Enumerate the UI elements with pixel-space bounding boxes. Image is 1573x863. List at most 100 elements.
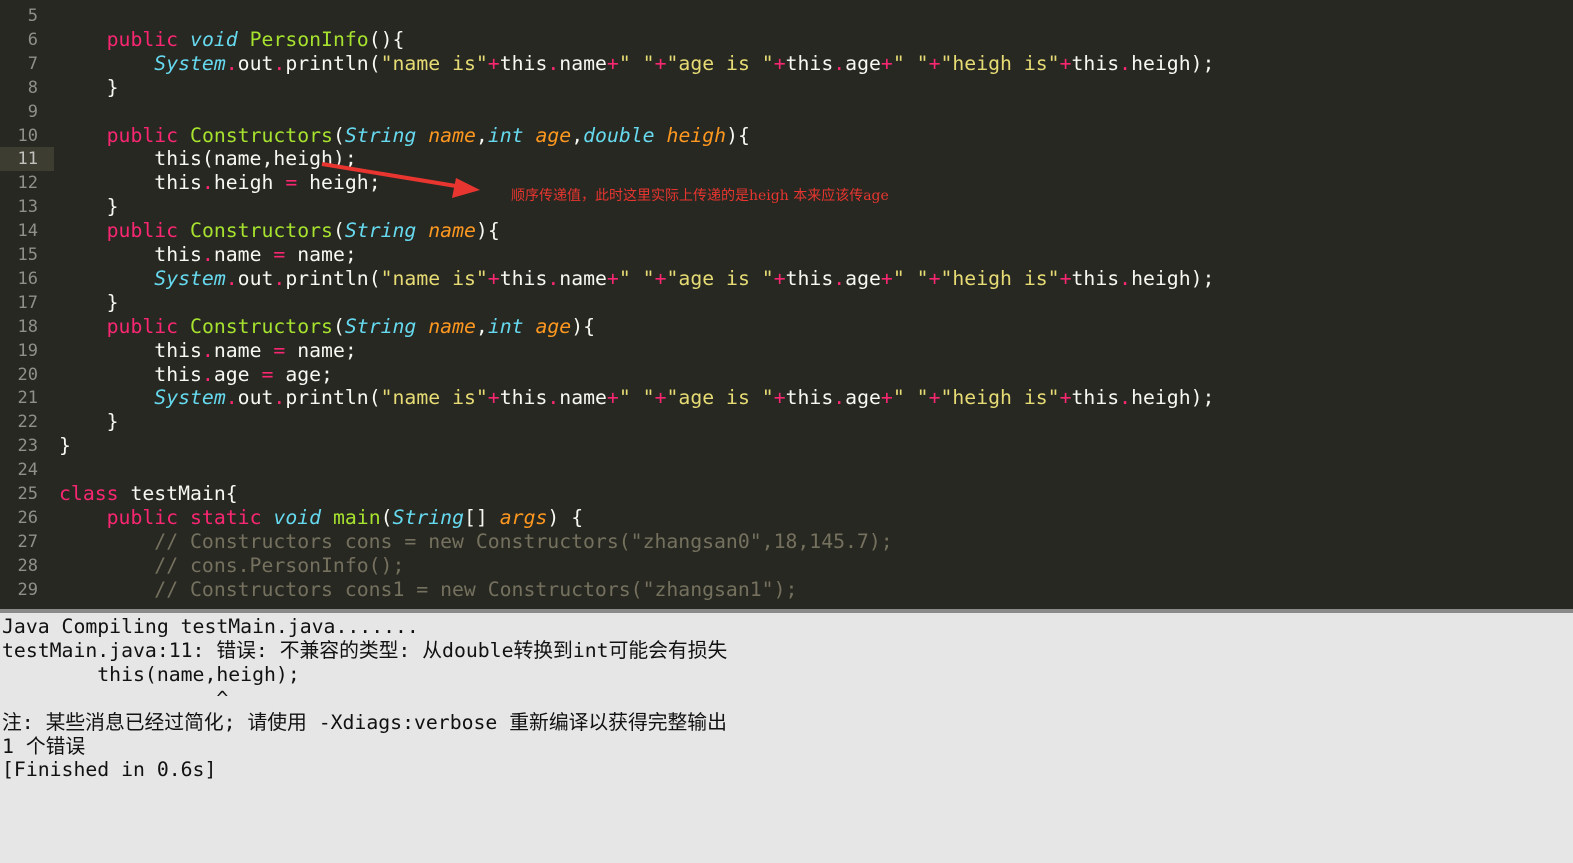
code-token: this	[154, 362, 202, 386]
code-token: +	[928, 386, 941, 410]
line-number: 19	[17, 340, 38, 361]
line-number: 16	[17, 268, 38, 289]
annotation-note: 顺序传递值，此时这里实际上传递的是heigh 本来应该传age	[511, 188, 889, 204]
code-token: "age is "	[666, 51, 774, 75]
code-token: .	[1119, 266, 1132, 290]
code-token: public	[106, 505, 179, 529]
code-token: .	[547, 266, 560, 290]
output-line: 注: 某些消息已经过简化; 请使用 -Xdiags:verbose 重新编译以获…	[2, 710, 727, 734]
code-token: // Constructors cons1 = new Constructors…	[154, 577, 798, 601]
code-token: this	[785, 51, 834, 75]
code-token: ) {	[547, 505, 584, 529]
code-token: []	[464, 505, 500, 529]
code-token: (	[332, 219, 345, 243]
code-token: println(	[285, 386, 381, 410]
code-line[interactable]: }	[59, 291, 119, 315]
code-token: public	[106, 314, 179, 338]
code-line[interactable]: this.name = name;	[59, 243, 357, 267]
code-token: +	[773, 386, 786, 410]
output-line: testMain.java:11: 错误: 不兼容的类型: 从double转换到…	[2, 638, 728, 662]
line-number: 25	[17, 484, 38, 504]
code-token: +	[880, 51, 893, 75]
line-number: 21	[17, 388, 38, 409]
code-token: heigh	[666, 123, 727, 147]
code-line[interactable]: // cons.PersonInfo();	[59, 554, 404, 578]
code-token: .	[273, 266, 286, 290]
output-line: this(name,heigh);	[2, 662, 300, 686]
code-token: (	[332, 314, 345, 338]
code-line[interactable]: public static void main(String[] args) {	[59, 506, 583, 530]
code-token: "age is "	[666, 266, 774, 290]
line-number: 27	[17, 531, 38, 552]
code-token: }	[106, 410, 119, 434]
code-token: "heigh is"	[940, 266, 1060, 290]
code-token: name	[428, 314, 476, 338]
code-token: args	[499, 505, 548, 529]
code-token: this	[499, 386, 548, 410]
code-token: }	[106, 290, 119, 314]
code-token: public	[106, 219, 179, 243]
code-token: System	[154, 386, 226, 410]
code-token: +	[928, 51, 941, 75]
code-token: .	[1119, 51, 1132, 75]
code-line[interactable]: this.age = age;	[59, 363, 333, 387]
code-line[interactable]: this.name = name;	[59, 339, 357, 363]
code-line[interactable]: }	[59, 410, 119, 434]
code-line[interactable]: // Constructors cons = new Constructors(…	[59, 529, 893, 554]
line-number: 22	[17, 412, 38, 433]
code-token: .	[833, 266, 846, 290]
code-token: name;	[285, 243, 357, 266]
code-token: " "	[618, 386, 655, 410]
code-token: String	[392, 505, 465, 529]
code-token: // Constructors cons = new Constructors(…	[154, 529, 893, 553]
code-token: +	[928, 266, 941, 290]
code-line[interactable]: class testMain{	[59, 482, 238, 506]
code-line[interactable]: System.out.println("name is"+this.name+"…	[59, 267, 1214, 291]
code-token: void	[273, 505, 322, 529]
code-token: name	[213, 338, 274, 362]
code-line[interactable]: public Constructors(String name){	[59, 219, 500, 243]
code-token: heigh);	[1131, 386, 1215, 410]
code-editor[interactable]: 5 6 7 8 9 10 11 12 13 14 15 16 17 18 19 20 21 22 23 24 25 26 2…	[0, 0, 1573, 609]
code-token: +	[773, 51, 786, 75]
code-token: age;	[273, 362, 333, 386]
code-token: class	[59, 482, 119, 505]
output-line: [Finished in 0.6s]	[2, 758, 217, 782]
code-token: age	[845, 386, 881, 410]
code-token: this	[154, 338, 202, 362]
code-token: "heigh is"	[940, 51, 1060, 75]
code-token: .	[833, 51, 846, 75]
code-token: " "	[892, 51, 929, 75]
code-token: this	[1071, 51, 1120, 75]
line-number: 18	[17, 316, 38, 337]
code-line[interactable]: }	[59, 434, 71, 458]
code-token: Constructors	[190, 219, 333, 243]
code-token: +	[606, 266, 619, 290]
code-token: name;	[285, 338, 357, 362]
code-token: +	[487, 386, 500, 410]
code-token: age	[845, 51, 881, 75]
code-token: ){	[475, 219, 500, 243]
code-token: out	[237, 386, 274, 410]
code-line[interactable]: public Constructors(String name,int age)…	[59, 315, 595, 339]
code-line[interactable]: System.out.println("name is"+this.name+"…	[59, 386, 1214, 410]
code-token: ,	[475, 314, 488, 338]
code-token: +	[606, 386, 619, 410]
code-token: .	[1119, 386, 1132, 410]
code-token: age	[845, 266, 881, 290]
code-line[interactable]: // Constructors cons1 = new Constructors…	[59, 578, 797, 602]
code-token: =	[261, 362, 274, 386]
